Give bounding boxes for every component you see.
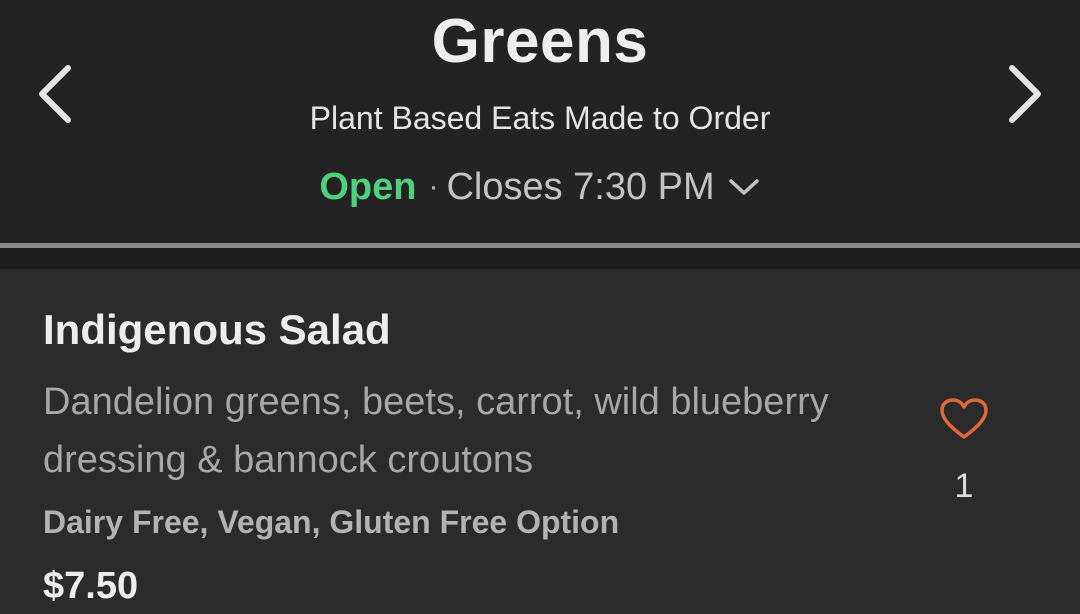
section-gap bbox=[0, 248, 1080, 269]
restaurant-header: Greens Plant Based Eats Made to Order Op… bbox=[0, 0, 1080, 243]
status-separator: · bbox=[428, 170, 439, 203]
app-screen: Greens Plant Based Eats Made to Order Op… bbox=[0, 0, 1080, 614]
heart-outline-icon bbox=[940, 398, 988, 439]
item-name: Indigenous Salad bbox=[43, 306, 391, 353]
chevron-down-icon bbox=[727, 176, 761, 198]
item-price: $7.50 bbox=[43, 565, 139, 607]
closing-time: Closes 7:30 PM bbox=[446, 166, 715, 208]
menu-item-card[interactable]: Indigenous Salad Dandelion greens, beets… bbox=[0, 269, 1080, 614]
like-count: 1 bbox=[954, 467, 974, 505]
open-status: Open bbox=[319, 166, 417, 208]
chevron-right-icon bbox=[1009, 65, 1041, 123]
hours-status[interactable]: Open · Closes 7:30 PM bbox=[0, 164, 1080, 210]
restaurant-subtitle: Plant Based Eats Made to Order bbox=[309, 100, 771, 136]
item-description: Dandelion greens, beets, carrot, wild bl… bbox=[43, 381, 829, 481]
next-button[interactable] bbox=[988, 58, 1060, 130]
restaurant-title: Greens bbox=[431, 7, 649, 76]
item-dietary-tags: Dairy Free, Vegan, Gluten Free Option bbox=[43, 504, 620, 540]
like-button[interactable] bbox=[928, 389, 1000, 449]
